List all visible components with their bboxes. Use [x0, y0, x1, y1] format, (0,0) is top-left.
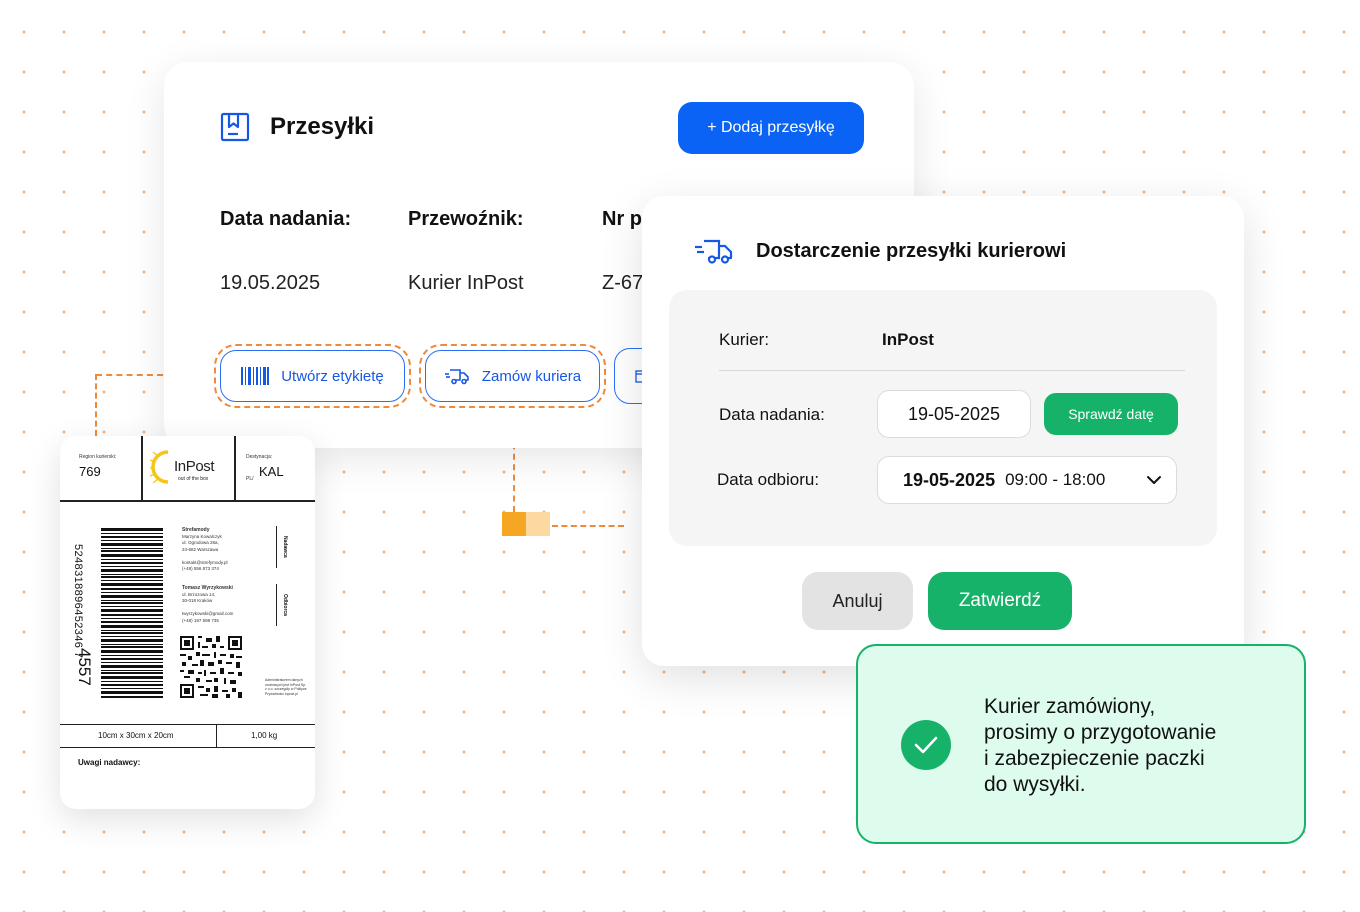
bookmark-box-icon: [220, 112, 250, 142]
recipient-tag: Odbiorca: [282, 594, 288, 616]
connector-square-light: [526, 512, 550, 536]
delivery-form-panel: Kurier: InPost Data nadania: Sprawdź dat…: [669, 290, 1217, 546]
destination-value: KAL: [259, 464, 284, 479]
order-courier-highlight: Zamów kuriera: [419, 344, 606, 408]
barcode-short-number: 4557: [75, 648, 94, 686]
connector-square-dark: [502, 512, 526, 536]
dialog-title: Dostarczenie przesyłki kurierowi: [756, 240, 1067, 262]
sender-notes-label: Uwagi nadawcy:: [78, 758, 141, 767]
destination-country: PL/: [246, 476, 254, 482]
checkmark-icon: [901, 720, 951, 770]
label-divider: [60, 724, 315, 725]
pickup-date-label: Data odbioru:: [717, 470, 820, 489]
shipment-date: 19.05.2025: [220, 272, 321, 294]
barcode-number: 5248318896452346 7: [72, 544, 84, 659]
logo-tagline: out of the box: [178, 476, 209, 482]
pickup-date-select[interactable]: 19-05-2025 09:00 - 18:00: [877, 456, 1177, 504]
connector-line-label: [95, 374, 97, 436]
qr-note: Administratorem danych osobowych jest In…: [265, 678, 307, 696]
qr-code-image: [180, 636, 242, 698]
label-divider: [276, 526, 277, 568]
page-title: Przesyłki: [270, 113, 375, 140]
shipping-label: Region kurierski: 769 InPost out of the …: [60, 436, 315, 809]
logo-brand: InPost: [174, 458, 215, 475]
create-label-text: Utwórz etykietę: [281, 367, 384, 385]
chevron-down-icon: [1147, 476, 1161, 484]
barcode-icon: [241, 367, 270, 385]
check-date-button[interactable]: Sprawdź datę: [1044, 393, 1178, 435]
shipment-number: Z-67: [602, 272, 644, 294]
column-header-date: Data nadania:: [220, 208, 352, 230]
order-courier-button[interactable]: Zamów kuriera: [425, 350, 600, 402]
delivery-truck-icon: [695, 239, 733, 264]
inpost-logo-icon: [150, 450, 169, 484]
barcode-image: [101, 528, 163, 698]
region-value: 769: [79, 464, 101, 479]
send-date-label: Data nadania:: [719, 405, 825, 424]
add-shipment-button[interactable]: + Dodaj przesyłkę: [678, 102, 864, 154]
label-divider: [141, 436, 143, 500]
courier-value: InPost: [882, 330, 934, 349]
sender-tag: Nadawca: [282, 536, 288, 558]
cancel-button[interactable]: Anuluj: [802, 572, 913, 630]
recipient-address: Tomasz Wyrzykowski ul. Brzozowa 14, 30-0…: [182, 585, 234, 623]
create-label-button[interactable]: Utwórz etykietę: [220, 350, 405, 402]
column-header-carrier: Przewoźnik:: [408, 208, 524, 230]
sender-address: Strefamody Marzyna Kowalczyk ul. Ogrodow…: [182, 527, 228, 571]
column-header-number: Nr p: [602, 208, 642, 230]
pickup-time-value: 09:00 - 18:00: [1005, 470, 1106, 489]
courier-label: Kurier:: [719, 330, 770, 349]
delivery-truck-icon: [444, 369, 469, 385]
success-toast: Kurier zamówiony, prosimy o przygotowani…: [856, 644, 1306, 844]
create-label-highlight: Utwórz etykietę: [214, 344, 411, 408]
toast-message: Kurier zamówiony, prosimy o przygotowani…: [984, 695, 1217, 796]
shipment-carrier: Kurier InPost: [408, 272, 524, 294]
label-divider: [216, 724, 217, 747]
courier-delivery-dialog: Dostarczenie przesyłki kurierowi Kurier:…: [642, 196, 1244, 666]
label-divider: [60, 747, 315, 748]
package-dimensions: 10cm x 30cm x 20cm: [98, 731, 174, 740]
label-divider: [234, 436, 236, 500]
confirm-button[interactable]: Zatwierdź: [928, 572, 1072, 630]
label-divider: [60, 500, 315, 502]
connector-line-right: [552, 525, 624, 527]
destination-title: Destynacja:: [246, 454, 273, 460]
region-title: Region kurierski:: [79, 454, 117, 460]
label-divider: [276, 584, 277, 626]
send-date-input[interactable]: [877, 390, 1031, 438]
order-courier-text: Zamów kuriera: [481, 367, 582, 385]
pickup-date-value: 19-05-2025: [903, 469, 996, 490]
form-divider: [719, 370, 1185, 371]
package-weight: 1,00 kg: [251, 731, 278, 740]
